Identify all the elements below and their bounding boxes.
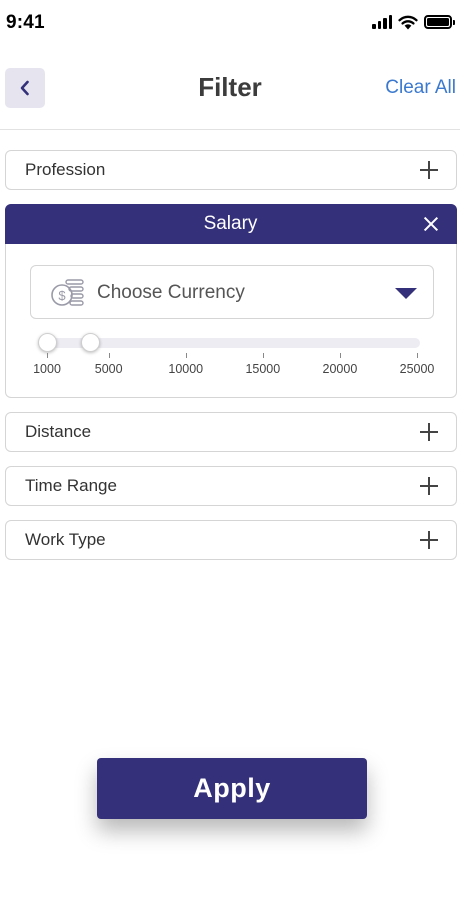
plus-icon [420,161,438,179]
slider-tick [417,353,418,358]
slider-tick-label: 20000 [322,362,358,376]
apply-button[interactable]: Apply [97,758,367,819]
slider-tick [262,353,264,358]
slider-tick-label: 15000 [245,362,281,376]
signal-icon [372,15,392,29]
work-type-filter[interactable]: Work Type [5,520,457,560]
distance-label: Distance [25,422,92,441]
status-bar: 9:41 [0,0,460,44]
battery-icon [424,15,455,29]
profession-filter[interactable]: Profession [5,150,457,190]
work-type-label: Work Type [25,530,106,549]
slider-tick-label: 5000 [94,362,123,376]
slider-tick [185,353,187,358]
plus-icon [420,531,438,549]
close-icon[interactable] [423,216,439,232]
slider-tick [47,353,48,358]
slider-tick [339,353,341,358]
currency-placeholder: Choose Currency [97,282,245,303]
slider-handle-min[interactable] [37,333,57,352]
header: Filter Clear All [0,44,460,130]
plus-icon [420,423,438,441]
slider-tick-label: 25000 [399,362,435,376]
profession-label: Profession [25,160,106,179]
distance-filter[interactable]: Distance [5,412,457,452]
time-range-label: Time Range [25,476,117,495]
wifi-icon [398,15,418,29]
salary-title: Salary [203,212,258,234]
currency-dropdown[interactable]: $ Choose Currency [30,265,434,319]
svg-text:$: $ [58,288,66,303]
slider-tick-label: 1000 [33,362,61,376]
coins-currency-icon: $ [51,279,84,306]
status-icons [372,12,455,32]
dropdown-triangle-icon [395,288,417,299]
slider-tick-label: 10000 [168,362,204,376]
clear-all-button[interactable]: Clear All [385,77,456,99]
status-time: 9:41 [6,12,45,33]
time-range-filter[interactable]: Time Range [5,466,457,506]
salary-filter: Salary $ Choose Currency 1000 5000 10000 15… [4,203,457,398]
salary-header[interactable]: Salary [4,203,457,244]
plus-icon [420,477,438,495]
slider-handle-max[interactable] [81,333,101,352]
slider-tick [108,353,110,358]
